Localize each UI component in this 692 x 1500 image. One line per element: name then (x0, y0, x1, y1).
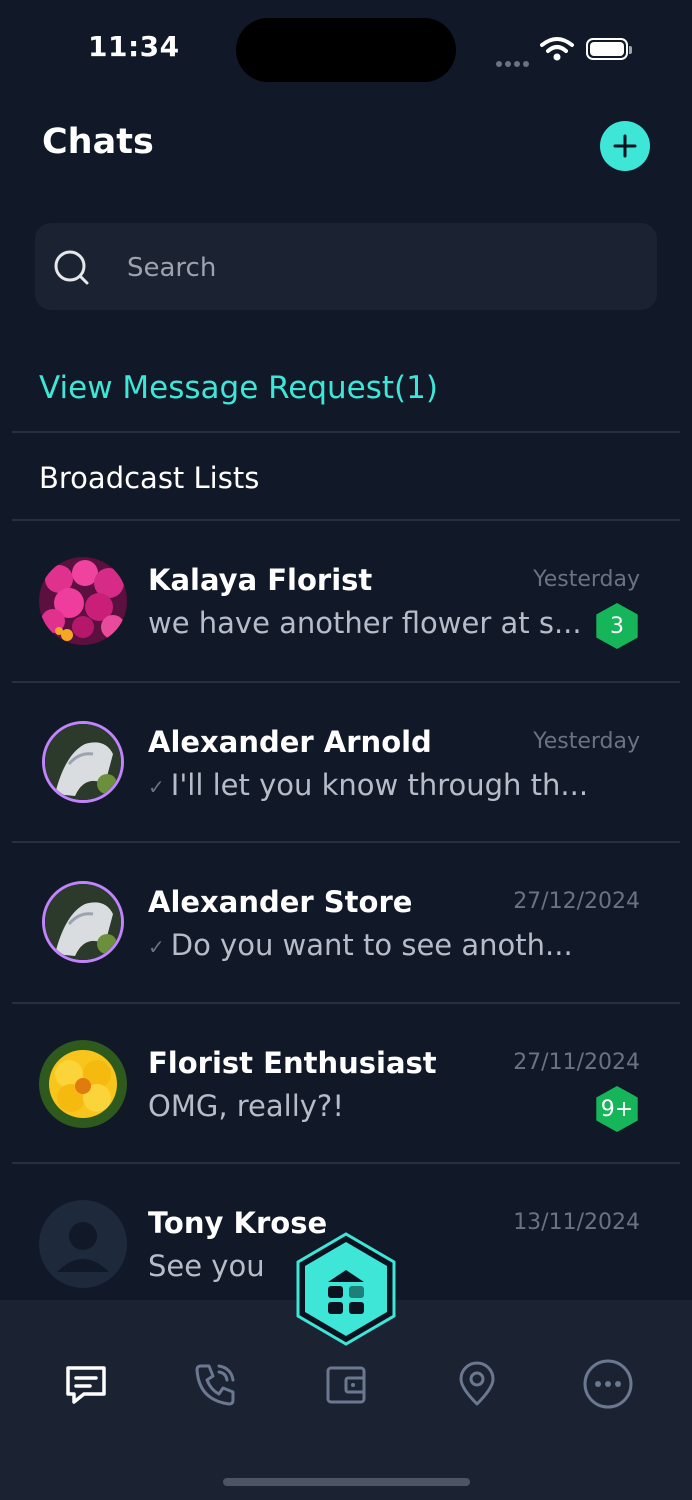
home-indicator (223, 1478, 470, 1486)
avatar (39, 1040, 127, 1128)
phone-icon (195, 1364, 235, 1406)
default-user-avatar (39, 1200, 127, 1288)
view-message-request-link[interactable]: View Message Request(1) (39, 370, 438, 406)
chat-preview: we have another flower at s... (148, 606, 582, 640)
cellular-signal-icon (496, 52, 532, 71)
nav-calls[interactable] (189, 1358, 241, 1410)
battery-icon (586, 38, 632, 60)
search-bar[interactable] (35, 223, 657, 312)
chat-preview: ✓ I'll let you know through th... (148, 768, 588, 802)
chat-row-florist-enthusiast[interactable]: Florist Enthusiast 27/11/2024 OMG, reall… (12, 1004, 680, 1164)
nav-wallet[interactable] (320, 1358, 372, 1410)
nav-location[interactable] (451, 1358, 503, 1410)
chat-name: Alexander Store (148, 885, 413, 919)
dynamic-island (236, 18, 456, 82)
chat-name: Alexander Arnold (148, 725, 432, 759)
chat-icon (66, 1366, 106, 1404)
chat-row-alexander-arnold[interactable]: Alexander Arnold Yesterday ✓ I'll let you… (12, 683, 680, 843)
search-icon (54, 250, 89, 285)
search-input[interactable] (125, 223, 629, 312)
divider (12, 431, 680, 433)
chat-preview: OMG, really?! (148, 1089, 344, 1123)
home-button[interactable] (296, 1232, 396, 1346)
chat-row-kalaya-florist[interactable]: Kalaya Florist Yesterday we have another… (12, 521, 680, 681)
chat-name: Florist Enthusiast (148, 1046, 437, 1080)
chat-timestamp: 13/11/2024 (513, 1210, 640, 1235)
chat-preview-text: Do you want to see anoth... (170, 928, 573, 962)
unread-badge: 9+ (596, 1086, 638, 1132)
nav-more[interactable] (582, 1358, 634, 1410)
sent-check-icon: ✓ (148, 775, 165, 799)
avatar (42, 881, 124, 963)
more-icon (583, 1359, 633, 1409)
new-chat-button[interactable] (600, 121, 650, 171)
avatar (42, 721, 124, 803)
plus-icon (613, 134, 637, 158)
chat-timestamp: 27/11/2024 (513, 1050, 640, 1075)
chat-preview-text: I'll let you know through th... (170, 768, 588, 802)
status-time: 11:34 (88, 30, 180, 63)
chat-row-alexander-store[interactable]: Alexander Store 27/12/2024 ✓ Do you want … (12, 843, 680, 1003)
location-pin-icon (459, 1361, 495, 1406)
chat-timestamp: Yesterday (533, 729, 640, 754)
page-title: Chats (42, 122, 154, 162)
chat-name: Kalaya Florist (148, 563, 373, 597)
wifi-icon (540, 36, 574, 66)
unread-badge: 3 (596, 603, 638, 649)
chat-preview: ✓ Do you want to see anoth... (148, 928, 588, 962)
wallet-icon (326, 1366, 366, 1404)
nav-chats[interactable] (60, 1358, 112, 1410)
broadcast-lists-link[interactable]: Broadcast Lists (39, 461, 259, 495)
chat-timestamp: 27/12/2024 (513, 889, 640, 914)
sent-check-icon: ✓ (148, 935, 165, 959)
avatar (39, 557, 127, 645)
chat-timestamp: Yesterday (533, 567, 640, 592)
home-hex-icon (296, 1232, 396, 1346)
